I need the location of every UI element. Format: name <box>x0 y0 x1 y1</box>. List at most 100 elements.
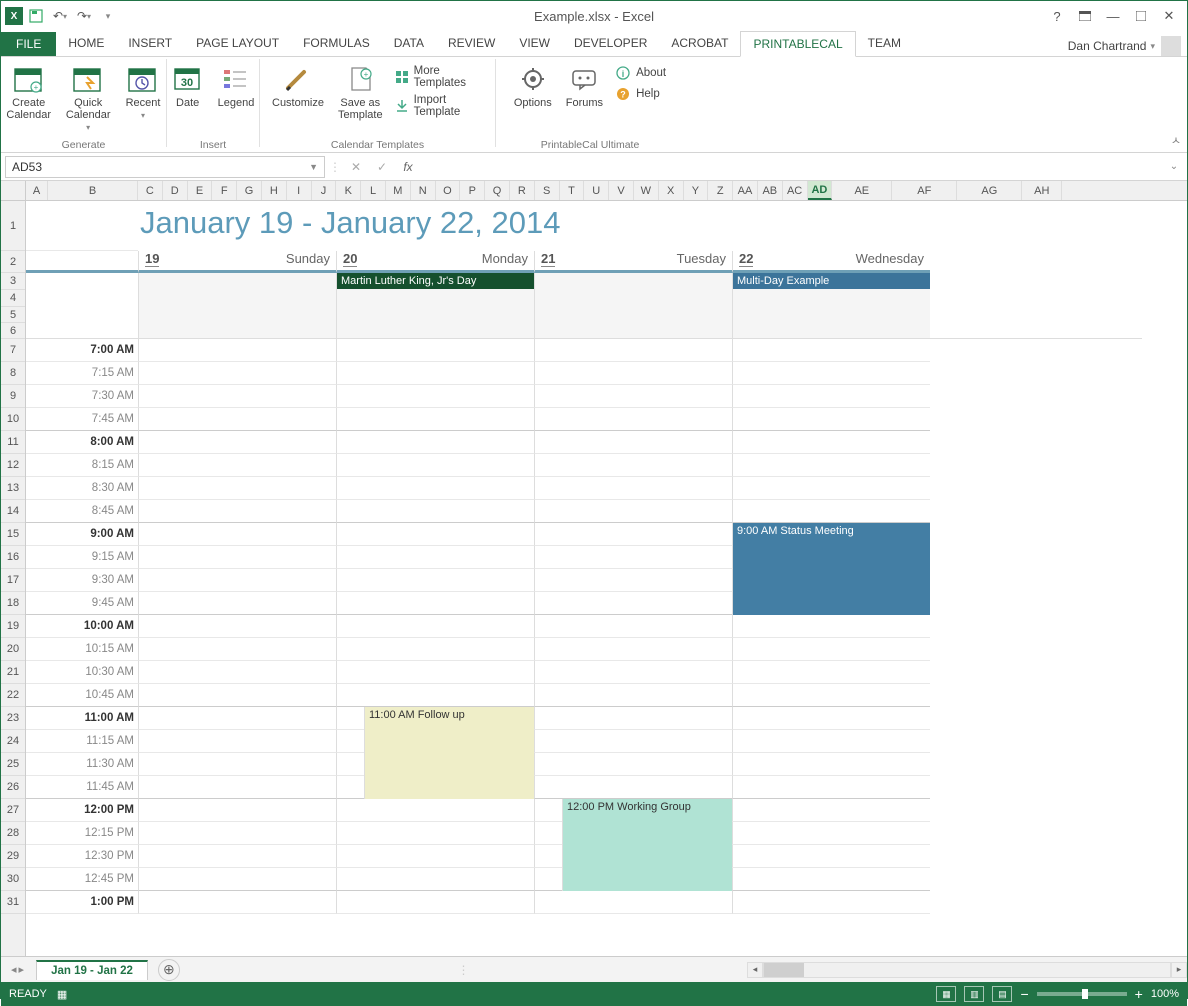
row-header-14[interactable]: 14 <box>1 500 25 523</box>
recent-button[interactable]: Recent▾ <box>120 59 165 133</box>
tab-view[interactable]: VIEW <box>507 31 562 56</box>
import-template-button[interactable]: Import Template <box>389 92 489 120</box>
row-header-25[interactable]: 25 <box>1 753 25 776</box>
column-header-AF[interactable]: AF <box>892 181 957 200</box>
column-header-W[interactable]: W <box>634 181 659 200</box>
row-header-30[interactable]: 30 <box>1 868 25 891</box>
qat-save-button[interactable] <box>25 5 47 27</box>
column-header-AD[interactable]: AD <box>808 181 833 200</box>
column-header-S[interactable]: S <box>535 181 560 200</box>
tab-printablecal[interactable]: PRINTABLECAL <box>740 31 855 57</box>
row-header-12[interactable]: 12 <box>1 454 25 477</box>
row-header-31[interactable]: 31 <box>1 891 25 914</box>
column-header-AA[interactable]: AA <box>733 181 758 200</box>
normal-view-button[interactable]: ▦ <box>936 986 956 1002</box>
column-header-J[interactable]: J <box>312 181 337 200</box>
formula-input[interactable] <box>423 156 1161 178</box>
date-button[interactable]: 30 Date <box>166 59 210 109</box>
column-header-AC[interactable]: AC <box>783 181 808 200</box>
scrollbar-thumb[interactable] <box>764 963 804 977</box>
row-header-1[interactable]: 1 <box>1 201 25 251</box>
row-header-28[interactable]: 28 <box>1 822 25 845</box>
row-header-9[interactable]: 9 <box>1 385 25 408</box>
calendar-event[interactable]: 12:00 PM Working Group <box>562 799 732 891</box>
column-header-D[interactable]: D <box>163 181 188 200</box>
forums-button[interactable]: Forums <box>560 59 609 109</box>
scroll-right-button[interactable]: ▸ <box>1171 962 1187 978</box>
row-header-23[interactable]: 23 <box>1 707 25 730</box>
column-header-AG[interactable]: AG <box>957 181 1022 200</box>
tab-team[interactable]: TEAM <box>856 31 913 56</box>
tab-acrobat[interactable]: ACROBAT <box>659 31 740 56</box>
qat-redo-button[interactable]: ↷▾ <box>73 5 95 27</box>
insert-function-button[interactable]: fx <box>397 156 419 178</box>
grid-body[interactable]: January 19 - January 22, 2014 19Sunday20… <box>26 201 1187 914</box>
quick-calendar-button[interactable]: Quick Calendar ▾ <box>58 59 118 133</box>
sheet-tab-active[interactable]: Jan 19 - Jan 22 <box>36 960 148 980</box>
column-header-B[interactable]: B <box>48 181 138 200</box>
tab-home[interactable]: HOME <box>56 31 116 56</box>
user-account-label[interactable]: Dan Chartrand ▾ <box>1062 39 1161 53</box>
column-header-U[interactable]: U <box>584 181 609 200</box>
column-header-F[interactable]: F <box>212 181 237 200</box>
cancel-formula-button[interactable]: ✕ <box>345 156 367 178</box>
page-break-view-button[interactable]: ▤ <box>992 986 1012 1002</box>
zoom-level-label[interactable]: 100% <box>1151 988 1179 1000</box>
column-header-V[interactable]: V <box>609 181 634 200</box>
row-header-20[interactable]: 20 <box>1 638 25 661</box>
create-calendar-button[interactable]: + Create Calendar <box>1 59 56 133</box>
about-button[interactable]: i About <box>609 63 672 83</box>
column-header-K[interactable]: K <box>336 181 361 200</box>
select-all-corner[interactable] <box>1 181 25 201</box>
collapse-ribbon-button[interactable]: ㅅ <box>1171 132 1181 148</box>
row-header-6[interactable]: 6 <box>1 323 25 339</box>
column-header-I[interactable]: I <box>287 181 312 200</box>
row-header-8[interactable]: 8 <box>1 362 25 385</box>
row-header-10[interactable]: 10 <box>1 408 25 431</box>
column-header-G[interactable]: G <box>237 181 262 200</box>
column-header-R[interactable]: R <box>510 181 535 200</box>
column-header-Z[interactable]: Z <box>708 181 733 200</box>
column-header-M[interactable]: M <box>386 181 411 200</box>
customize-button[interactable]: Customize <box>266 59 330 121</box>
column-header-AB[interactable]: AB <box>758 181 783 200</box>
scroll-left-button[interactable]: ◂ <box>747 962 763 978</box>
column-header-L[interactable]: L <box>361 181 386 200</box>
calendar-event[interactable]: 11:00 AM Follow up <box>364 707 534 799</box>
column-header-P[interactable]: P <box>460 181 485 200</box>
zoom-out-button[interactable]: − <box>1020 986 1028 1002</box>
new-sheet-button[interactable]: ⊕ <box>158 959 180 981</box>
row-header-4[interactable]: 4 <box>1 290 25 307</box>
row-header-21[interactable]: 21 <box>1 661 25 684</box>
help-ribbon-button[interactable]: ? Help <box>609 84 672 104</box>
row-header-11[interactable]: 11 <box>1 431 25 454</box>
name-box[interactable]: AD53 ▼ <box>5 156 325 178</box>
row-header-3[interactable]: 3 <box>1 273 25 290</box>
column-header-C[interactable]: C <box>138 181 163 200</box>
column-header-E[interactable]: E <box>188 181 213 200</box>
ribbon-display-options-button[interactable] <box>1071 5 1099 27</box>
horizontal-scrollbar[interactable]: ◂ ▸ <box>747 962 1187 978</box>
row-header-24[interactable]: 24 <box>1 730 25 753</box>
save-as-template-button[interactable]: + Save as Template <box>332 59 389 121</box>
row-header-29[interactable]: 29 <box>1 845 25 868</box>
tab-data[interactable]: DATA <box>382 31 436 56</box>
tab-formulas[interactable]: FORMULAS <box>291 31 382 56</box>
file-tab[interactable]: FILE <box>1 32 56 56</box>
tab-review[interactable]: REVIEW <box>436 31 507 56</box>
row-header-27[interactable]: 27 <box>1 799 25 822</box>
worksheet-area[interactable]: 1234567891011121314151617181920212223242… <box>1 181 1187 956</box>
zoom-slider[interactable] <box>1037 992 1127 996</box>
column-header-Q[interactable]: Q <box>485 181 510 200</box>
tab-developer[interactable]: DEVELOPER <box>562 31 659 56</box>
close-button[interactable]: ✕ <box>1155 5 1183 27</box>
maximize-button[interactable] <box>1127 5 1155 27</box>
minimize-button[interactable]: — <box>1099 5 1127 27</box>
row-header-13[interactable]: 13 <box>1 477 25 500</box>
zoom-in-button[interactable]: + <box>1135 986 1143 1002</box>
expand-formula-bar-button[interactable]: ⌄ <box>1165 161 1183 172</box>
column-header-Y[interactable]: Y <box>684 181 709 200</box>
options-button[interactable]: Options <box>508 59 558 109</box>
row-header-7[interactable]: 7 <box>1 339 25 362</box>
column-header-X[interactable]: X <box>659 181 684 200</box>
